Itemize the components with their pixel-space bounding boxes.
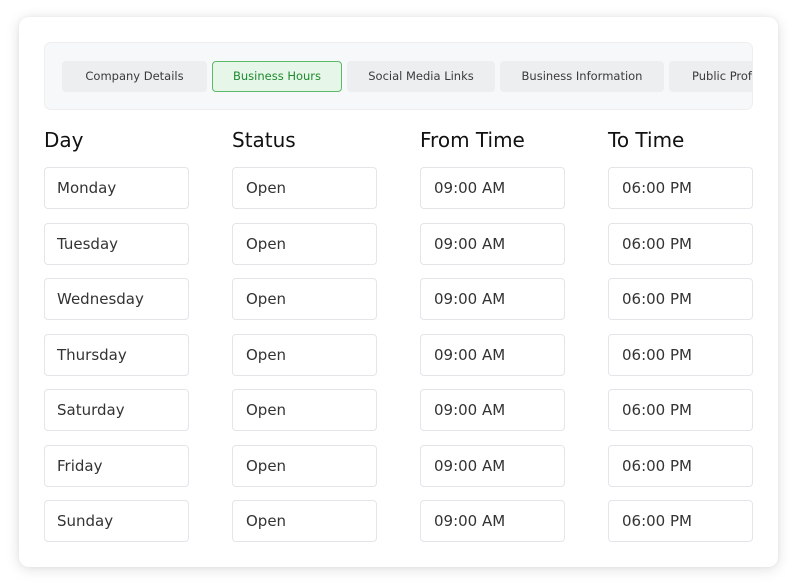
from-time-field[interactable]: 09:00 AM (420, 389, 565, 431)
to-time-column-header: To Time (608, 128, 685, 152)
tab-social-media-links[interactable]: Social Media Links (347, 61, 495, 92)
from-time-field[interactable]: 09:00 AM (420, 333, 565, 376)
to-time-column: To Time 06:00 PM 06:00 PM 06:00 PM 06:00… (608, 125, 753, 556)
status-field[interactable]: Open (232, 167, 377, 209)
settings-tab-bar: Company Details Business Hours Social Me… (44, 42, 753, 110)
tab-public-profile[interactable]: Public Prof (669, 61, 752, 92)
status-field[interactable]: Open (232, 389, 377, 431)
status-field[interactable]: Open (232, 222, 377, 265)
day-column: Day Monday Tuesday Wednesday Thursday Sa… (44, 125, 189, 556)
day-field[interactable]: Monday (44, 167, 189, 209)
day-field[interactable]: Thursday (44, 333, 189, 376)
from-time-column: From Time 09:00 AM 09:00 AM 09:00 AM 09:… (420, 125, 565, 556)
from-time-field[interactable]: 09:00 AM (420, 500, 565, 542)
tab-business-information[interactable]: Business Information (500, 61, 664, 92)
tab-company-details[interactable]: Company Details (62, 61, 207, 92)
from-time-field[interactable]: 09:00 AM (420, 222, 565, 265)
to-time-field[interactable]: 06:00 PM (608, 278, 753, 320)
from-time-column-header: From Time (420, 128, 525, 152)
status-field[interactable]: Open (232, 500, 377, 542)
day-field[interactable]: Tuesday (44, 222, 189, 265)
day-field[interactable]: Sunday (44, 500, 189, 542)
to-time-field[interactable]: 06:00 PM (608, 167, 753, 209)
from-time-field[interactable]: 09:00 AM (420, 444, 565, 487)
from-time-field[interactable]: 09:00 AM (420, 278, 565, 320)
status-field[interactable]: Open (232, 333, 377, 376)
tab-list: Company Details Business Hours Social Me… (62, 61, 752, 92)
day-field[interactable]: Saturday (44, 389, 189, 431)
from-time-field[interactable]: 09:00 AM (420, 167, 565, 209)
day-field[interactable]: Wednesday (44, 278, 189, 320)
to-time-field[interactable]: 06:00 PM (608, 222, 753, 265)
status-field[interactable]: Open (232, 278, 377, 320)
to-time-field[interactable]: 06:00 PM (608, 389, 753, 431)
status-field[interactable]: Open (232, 444, 377, 487)
business-hours-card: Company Details Business Hours Social Me… (19, 17, 778, 567)
to-time-field[interactable]: 06:00 PM (608, 444, 753, 487)
status-column-header: Status (232, 128, 296, 152)
to-time-field[interactable]: 06:00 PM (608, 333, 753, 376)
tab-business-hours[interactable]: Business Hours (212, 61, 342, 92)
day-field[interactable]: Friday (44, 444, 189, 487)
to-time-field[interactable]: 06:00 PM (608, 500, 753, 542)
status-column: Status Open Open Open Open Open Open Ope… (232, 125, 377, 556)
day-column-header: Day (44, 128, 84, 152)
